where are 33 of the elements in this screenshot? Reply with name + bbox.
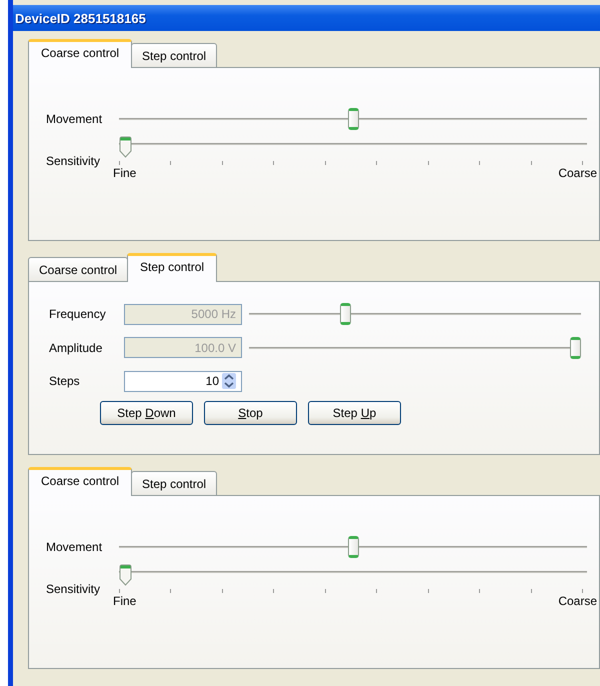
spin-arrows-icon[interactable] <box>222 373 236 389</box>
slider-track[interactable] <box>119 136 587 158</box>
field-label: Frequency <box>49 307 107 321</box>
slider-label: Sensitivity <box>46 154 102 168</box>
slider-label: Sensitivity <box>46 582 102 596</box>
action-button[interactable]: Stop <box>204 401 297 425</box>
tab[interactable]: Step control <box>131 43 218 68</box>
slider-label: Movement <box>46 540 104 554</box>
slider-thumb[interactable] <box>119 136 132 158</box>
slider-thumb[interactable] <box>119 564 132 586</box>
slider-track[interactable] <box>249 338 581 358</box>
window-title: DeviceID 2851518165 <box>15 10 146 26</box>
slider-track[interactable] <box>119 564 587 586</box>
tab[interactable]: Coarse control <box>28 39 132 68</box>
tab[interactable]: Step control <box>127 253 218 282</box>
tab[interactable]: Coarse control <box>28 467 132 496</box>
slider-thumb[interactable] <box>348 536 359 558</box>
slider-label: Movement <box>46 112 104 126</box>
action-button[interactable]: Step Up <box>308 401 401 425</box>
tab[interactable]: Coarse control <box>28 257 128 282</box>
tab[interactable]: Step control <box>131 471 218 496</box>
scale-label: Coarse <box>558 166 597 180</box>
action-button[interactable]: Step Down <box>100 401 193 425</box>
scale-label: Coarse <box>558 594 597 608</box>
scale-label: Fine <box>113 166 136 180</box>
slider-track[interactable] <box>119 109 587 129</box>
slider-thumb[interactable] <box>348 108 359 130</box>
slider-track[interactable] <box>119 537 587 557</box>
scale-label: Fine <box>113 594 136 608</box>
field-label: Steps <box>49 374 81 388</box>
slider-track[interactable] <box>249 304 581 324</box>
spin-field[interactable]: 10 <box>124 370 242 392</box>
field-label: Amplitude <box>49 340 104 354</box>
